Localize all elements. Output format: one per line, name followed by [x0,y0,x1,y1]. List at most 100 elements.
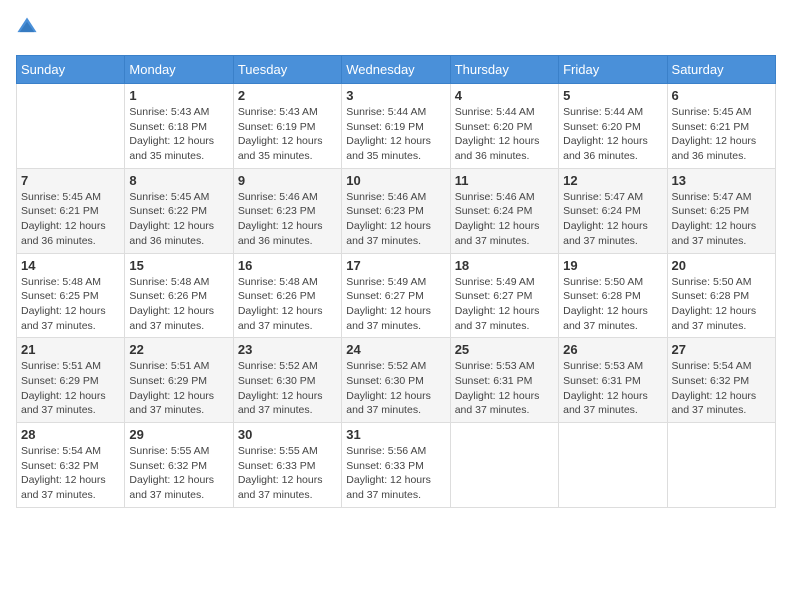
day-number: 24 [346,342,445,357]
day-info: Sunrise: 5:54 AMSunset: 6:32 PMDaylight:… [21,444,120,503]
calendar-cell: 17Sunrise: 5:49 AMSunset: 6:27 PMDayligh… [342,253,450,338]
calendar-cell: 27 Sunrise: 5:54 AMSunset: 6:32 PMDayligh… [667,338,775,423]
calendar-cell [17,84,125,169]
calendar-cell: 7 Sunrise: 5:45 AMSunset: 6:21 PMDaylight… [17,168,125,253]
calendar-body: 1Sunrise: 5:43 AMSunset: 6:18 PMDaylight… [17,84,776,508]
day-info: Sunrise: 5:43 AMSunset: 6:18 PMDaylight:… [129,105,228,164]
day-info: Sunrise: 5:52 AMSunset: 6:30 PMDaylight:… [346,359,445,418]
day-info: Sunrise: 5:45 AMSunset: 6:21 PMDaylight:… [21,190,120,249]
calendar-cell: 10 Sunrise: 5:46 AMSunset: 6:23 PMDayligh… [342,168,450,253]
day-number: 14 [21,258,120,273]
calendar-cell: 16Sunrise: 5:48 AMSunset: 6:26 PMDayligh… [233,253,341,338]
day-number: 2 [238,88,337,103]
day-number: 31 [346,427,445,442]
day-number: 19 [563,258,662,273]
header-wednesday: Wednesday [342,56,450,84]
calendar-cell: 13 Sunrise: 5:47 AMSunset: 6:25 PMDayligh… [667,168,775,253]
calendar-cell: 28 Sunrise: 5:54 AMSunset: 6:32 PMDayligh… [17,423,125,508]
calendar-cell: 9Sunrise: 5:46 AMSunset: 6:23 PMDaylight… [233,168,341,253]
day-info: Sunrise: 5:50 AMSunset: 6:28 PMDaylight:… [563,275,662,334]
calendar-cell [559,423,667,508]
day-number: 17 [346,258,445,273]
day-info: Sunrise: 5:51 AMSunset: 6:29 PMDaylight:… [129,359,228,418]
day-info: Sunrise: 5:43 AMSunset: 6:19 PMDaylight:… [238,105,337,164]
calendar-cell: 3 Sunrise: 5:44 AMSunset: 6:19 PMDaylight… [342,84,450,169]
day-number: 21 [21,342,120,357]
day-info: Sunrise: 5:45 AMSunset: 6:22 PMDaylight:… [129,190,228,249]
day-number: 12 [563,173,662,188]
day-info: Sunrise: 5:47 AMSunset: 6:25 PMDaylight:… [672,190,771,249]
day-info: Sunrise: 5:54 AMSunset: 6:32 PMDaylight:… [672,359,771,418]
day-number: 28 [21,427,120,442]
day-number: 25 [455,342,554,357]
calendar-cell: 20 Sunrise: 5:50 AMSunset: 6:28 PMDayligh… [667,253,775,338]
calendar-table: SundayMondayTuesdayWednesdayThursdayFrid… [16,55,776,508]
day-info: Sunrise: 5:50 AMSunset: 6:28 PMDaylight:… [672,275,771,334]
header-saturday: Saturday [667,56,775,84]
day-info: Sunrise: 5:46 AMSunset: 6:23 PMDaylight:… [346,190,445,249]
day-number: 6 [672,88,771,103]
day-info: Sunrise: 5:45 AMSunset: 6:21 PMDaylight:… [672,105,771,164]
day-info: Sunrise: 5:49 AMSunset: 6:27 PMDaylight:… [455,275,554,334]
calendar-cell: 30Sunrise: 5:55 AMSunset: 6:33 PMDayligh… [233,423,341,508]
calendar-cell: 12 Sunrise: 5:47 AMSunset: 6:24 PMDayligh… [559,168,667,253]
day-number: 23 [238,342,337,357]
day-info: Sunrise: 5:44 AMSunset: 6:19 PMDaylight:… [346,105,445,164]
calendar-cell: 5 Sunrise: 5:44 AMSunset: 6:20 PMDaylight… [559,84,667,169]
page-header [16,16,776,43]
day-number: 8 [129,173,228,188]
day-number: 29 [129,427,228,442]
day-number: 20 [672,258,771,273]
calendar-cell: 4Sunrise: 5:44 AMSunset: 6:20 PMDaylight… [450,84,558,169]
calendar-cell: 24 Sunrise: 5:52 AMSunset: 6:30 PMDayligh… [342,338,450,423]
calendar-cell: 29Sunrise: 5:55 AMSunset: 6:32 PMDayligh… [125,423,233,508]
day-number: 9 [238,173,337,188]
calendar-cell: 26 Sunrise: 5:53 AMSunset: 6:31 PMDayligh… [559,338,667,423]
calendar-header-row: SundayMondayTuesdayWednesdayThursdayFrid… [17,56,776,84]
calendar-cell: 11Sunrise: 5:46 AMSunset: 6:24 PMDayligh… [450,168,558,253]
day-number: 15 [129,258,228,273]
calendar-cell: 8 Sunrise: 5:45 AMSunset: 6:22 PMDaylight… [125,168,233,253]
day-number: 26 [563,342,662,357]
day-info: Sunrise: 5:55 AMSunset: 6:33 PMDaylight:… [238,444,337,503]
calendar-cell: 15 Sunrise: 5:48 AMSunset: 6:26 PMDayligh… [125,253,233,338]
calendar-week-1: 1Sunrise: 5:43 AMSunset: 6:18 PMDaylight… [17,84,776,169]
calendar-cell: 18Sunrise: 5:49 AMSunset: 6:27 PMDayligh… [450,253,558,338]
calendar-week-3: 14 Sunrise: 5:48 AMSunset: 6:25 PMDayligh… [17,253,776,338]
day-number: 27 [672,342,771,357]
day-number: 4 [455,88,554,103]
calendar-cell: 6 Sunrise: 5:45 AMSunset: 6:21 PMDaylight… [667,84,775,169]
day-info: Sunrise: 5:53 AMSunset: 6:31 PMDaylight:… [455,359,554,418]
calendar-week-5: 28 Sunrise: 5:54 AMSunset: 6:32 PMDayligh… [17,423,776,508]
calendar-cell: 21 Sunrise: 5:51 AMSunset: 6:29 PMDayligh… [17,338,125,423]
day-number: 22 [129,342,228,357]
logo [16,16,42,43]
calendar-cell: 14 Sunrise: 5:48 AMSunset: 6:25 PMDayligh… [17,253,125,338]
day-number: 7 [21,173,120,188]
day-number: 5 [563,88,662,103]
day-info: Sunrise: 5:52 AMSunset: 6:30 PMDaylight:… [238,359,337,418]
header-friday: Friday [559,56,667,84]
calendar-week-4: 21 Sunrise: 5:51 AMSunset: 6:29 PMDayligh… [17,338,776,423]
calendar-cell [667,423,775,508]
calendar-cell: 1Sunrise: 5:43 AMSunset: 6:18 PMDaylight… [125,84,233,169]
day-info: Sunrise: 5:48 AMSunset: 6:25 PMDaylight:… [21,275,120,334]
header-thursday: Thursday [450,56,558,84]
header-sunday: Sunday [17,56,125,84]
logo-icon [16,16,38,38]
day-number: 13 [672,173,771,188]
calendar-cell: 22 Sunrise: 5:51 AMSunset: 6:29 PMDayligh… [125,338,233,423]
day-number: 10 [346,173,445,188]
day-info: Sunrise: 5:48 AMSunset: 6:26 PMDaylight:… [238,275,337,334]
day-info: Sunrise: 5:47 AMSunset: 6:24 PMDaylight:… [563,190,662,249]
calendar-cell: 25 Sunrise: 5:53 AMSunset: 6:31 PMDayligh… [450,338,558,423]
day-info: Sunrise: 5:56 AMSunset: 6:33 PMDaylight:… [346,444,445,503]
day-number: 3 [346,88,445,103]
day-info: Sunrise: 5:48 AMSunset: 6:26 PMDaylight:… [129,275,228,334]
day-info: Sunrise: 5:53 AMSunset: 6:31 PMDaylight:… [563,359,662,418]
header-monday: Monday [125,56,233,84]
calendar-cell: 2 Sunrise: 5:43 AMSunset: 6:19 PMDaylight… [233,84,341,169]
calendar-cell: 19 Sunrise: 5:50 AMSunset: 6:28 PMDayligh… [559,253,667,338]
day-info: Sunrise: 5:51 AMSunset: 6:29 PMDaylight:… [21,359,120,418]
day-info: Sunrise: 5:44 AMSunset: 6:20 PMDaylight:… [563,105,662,164]
